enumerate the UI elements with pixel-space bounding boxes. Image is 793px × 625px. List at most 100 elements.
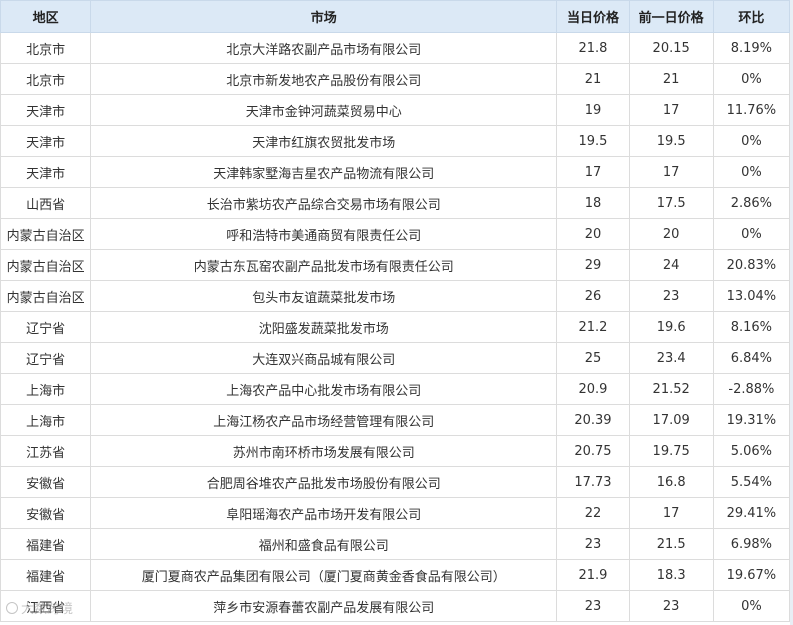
cell-previous-price: 17.5 [628,187,714,219]
cell-region: 安徽省 [0,466,92,498]
cell-previous-price: 16.8 [628,466,714,498]
cell-change-ratio: 0% [712,590,791,622]
cell-previous-price: 18.3 [628,559,714,591]
cell-market: 北京大洋路农副产品市场有限公司 [90,32,558,64]
cell-today-price: 19.5 [556,125,630,157]
cell-change-ratio: 0% [712,156,791,188]
price-table: 地区 市场 当日价格 前一日价格 环比 北京市 北京大洋路农副产品市场有限公司 21… [0,0,791,622]
cell-change-ratio: 20.83% [712,249,791,281]
cell-region: 福建省 [0,528,92,560]
cell-previous-price: 23 [628,590,714,622]
cell-previous-price: 19.75 [628,435,714,467]
cell-change-ratio: 2.86% [712,187,791,219]
table-row[interactable]: 上海市 上海农产品中心批发市场有限公司 20.9 21.52 -2.88% [0,373,791,405]
table-row[interactable]: 北京市 北京市新发地农产品股份有限公司 21 21 0% [0,63,791,95]
table-row[interactable]: 江苏省 苏州市南环桥市场发展有限公司 20.75 19.75 5.06% [0,435,791,467]
cell-region: 内蒙古自治区 [0,280,92,312]
cell-region: 江苏省 [0,435,92,467]
cell-region: 天津市 [0,125,92,157]
table-row[interactable]: 天津市 天津市红旗农贸批发市场 19.5 19.5 0% [0,125,791,157]
cell-change-ratio: 29.41% [712,497,791,529]
table-row[interactable]: 安徽省 阜阳瑶海农产品市场开发有限公司 22 17 29.41% [0,497,791,529]
cell-today-price: 23 [556,590,630,622]
cell-today-price: 18 [556,187,630,219]
header-region[interactable]: 地区 [0,0,92,33]
table-row[interactable]: 辽宁省 沈阳盛发蔬菜批发市场 21.2 19.6 8.16% [0,311,791,343]
cell-region: 江西省 [0,590,92,622]
cell-today-price: 20 [556,218,630,250]
cell-previous-price: 17 [628,497,714,529]
header-today-price[interactable]: 当日价格 [556,0,630,33]
cell-region: 上海市 [0,404,92,436]
cell-today-price: 21 [556,63,630,95]
cell-market: 上海农产品中心批发市场有限公司 [90,373,558,405]
table-row[interactable]: 内蒙古自治区 包头市友谊蔬菜批发市场 26 23 13.04% [0,280,791,312]
cell-today-price: 20.39 [556,404,630,436]
cell-market: 阜阳瑶海农产品市场开发有限公司 [90,497,558,529]
cell-change-ratio: 0% [712,218,791,250]
header-previous-price[interactable]: 前一日价格 [628,0,714,33]
cell-change-ratio: 6.84% [712,342,791,374]
table-row[interactable]: 北京市 北京大洋路农副产品市场有限公司 21.8 20.15 8.19% [0,32,791,64]
cell-market: 萍乡市安源春蕾农副产品发展有限公司 [90,590,558,622]
cell-market: 厦门夏商农产品集团有限公司（厦门夏商黄金香食品有限公司） [90,559,558,591]
cell-change-ratio: 8.19% [712,32,791,64]
cell-region: 辽宁省 [0,311,92,343]
cell-today-price: 23 [556,528,630,560]
cell-today-price: 19 [556,94,630,126]
cell-today-price: 20.9 [556,373,630,405]
table-row[interactable]: 福建省 厦门夏商农产品集团有限公司（厦门夏商黄金香食品有限公司） 21.9 18.3 1… [0,559,791,591]
cell-region: 天津市 [0,156,92,188]
cell-market: 天津市金钟河蔬菜贸易中心 [90,94,558,126]
cell-region: 辽宁省 [0,342,92,374]
cell-change-ratio: 19.31% [712,404,791,436]
cell-change-ratio: 0% [712,63,791,95]
cell-today-price: 29 [556,249,630,281]
table-row[interactable]: 内蒙古自治区 内蒙古东瓦窑农副产品批发市场有限责任公司 29 24 20.83% [0,249,791,281]
cell-previous-price: 19.6 [628,311,714,343]
cell-change-ratio: 5.06% [712,435,791,467]
cell-region: 北京市 [0,63,92,95]
cell-previous-price: 21.52 [628,373,714,405]
cell-region: 安徽省 [0,497,92,529]
cell-previous-price: 20 [628,218,714,250]
cell-change-ratio: 5.54% [712,466,791,498]
cell-today-price: 25 [556,342,630,374]
table-row[interactable]: 山西省 长治市紫坊农产品综合交易市场有限公司 18 17.5 2.86% [0,187,791,219]
cell-region: 天津市 [0,94,92,126]
cell-previous-price: 17.09 [628,404,714,436]
cell-market: 天津韩家墅海吉星农产品物流有限公司 [90,156,558,188]
table-row[interactable]: 上海市 上海江杨农产品市场经营管理有限公司 20.39 17.09 19.31% [0,404,791,436]
table-row[interactable]: 福建省 福州和盛食品有限公司 23 21.5 6.98% [0,528,791,560]
cell-market: 内蒙古东瓦窑农副产品批发市场有限责任公司 [90,249,558,281]
cell-market: 大连双兴商品城有限公司 [90,342,558,374]
cell-change-ratio: 8.16% [712,311,791,343]
cell-change-ratio: 6.98% [712,528,791,560]
cell-region: 北京市 [0,32,92,64]
header-market[interactable]: 市场 [90,0,558,33]
table-row[interactable]: 江西省 萍乡市安源春蕾农副产品发展有限公司 23 23 0% [0,590,791,622]
table-row[interactable]: 天津市 天津市金钟河蔬菜贸易中心 19 17 11.76% [0,94,791,126]
header-change-ratio[interactable]: 环比 [712,0,791,33]
cell-today-price: 22 [556,497,630,529]
cell-today-price: 17 [556,156,630,188]
cell-today-price: 21.9 [556,559,630,591]
cell-market: 合肥周谷堆农产品批发市场股份有限公司 [90,466,558,498]
cell-region: 福建省 [0,559,92,591]
cell-change-ratio: 11.76% [712,94,791,126]
table-row[interactable]: 内蒙古自治区 呼和浩特市美通商贸有限责任公司 20 20 0% [0,218,791,250]
cell-today-price: 21.2 [556,311,630,343]
cell-market: 北京市新发地农产品股份有限公司 [90,63,558,95]
cell-market: 苏州市南环桥市场发展有限公司 [90,435,558,467]
cell-today-price: 26 [556,280,630,312]
cell-region: 上海市 [0,373,92,405]
cell-previous-price: 23.4 [628,342,714,374]
cell-market: 呼和浩特市美通商贸有限责任公司 [90,218,558,250]
cell-market: 长治市紫坊农产品综合交易市场有限公司 [90,187,558,219]
table-row[interactable]: 天津市 天津韩家墅海吉星农产品物流有限公司 17 17 0% [0,156,791,188]
cell-change-ratio: 19.67% [712,559,791,591]
table-row[interactable]: 辽宁省 大连双兴商品城有限公司 25 23.4 6.84% [0,342,791,374]
cell-previous-price: 21.5 [628,528,714,560]
cell-market: 上海江杨农产品市场经营管理有限公司 [90,404,558,436]
table-row[interactable]: 安徽省 合肥周谷堆农产品批发市场股份有限公司 17.73 16.8 5.54% [0,466,791,498]
